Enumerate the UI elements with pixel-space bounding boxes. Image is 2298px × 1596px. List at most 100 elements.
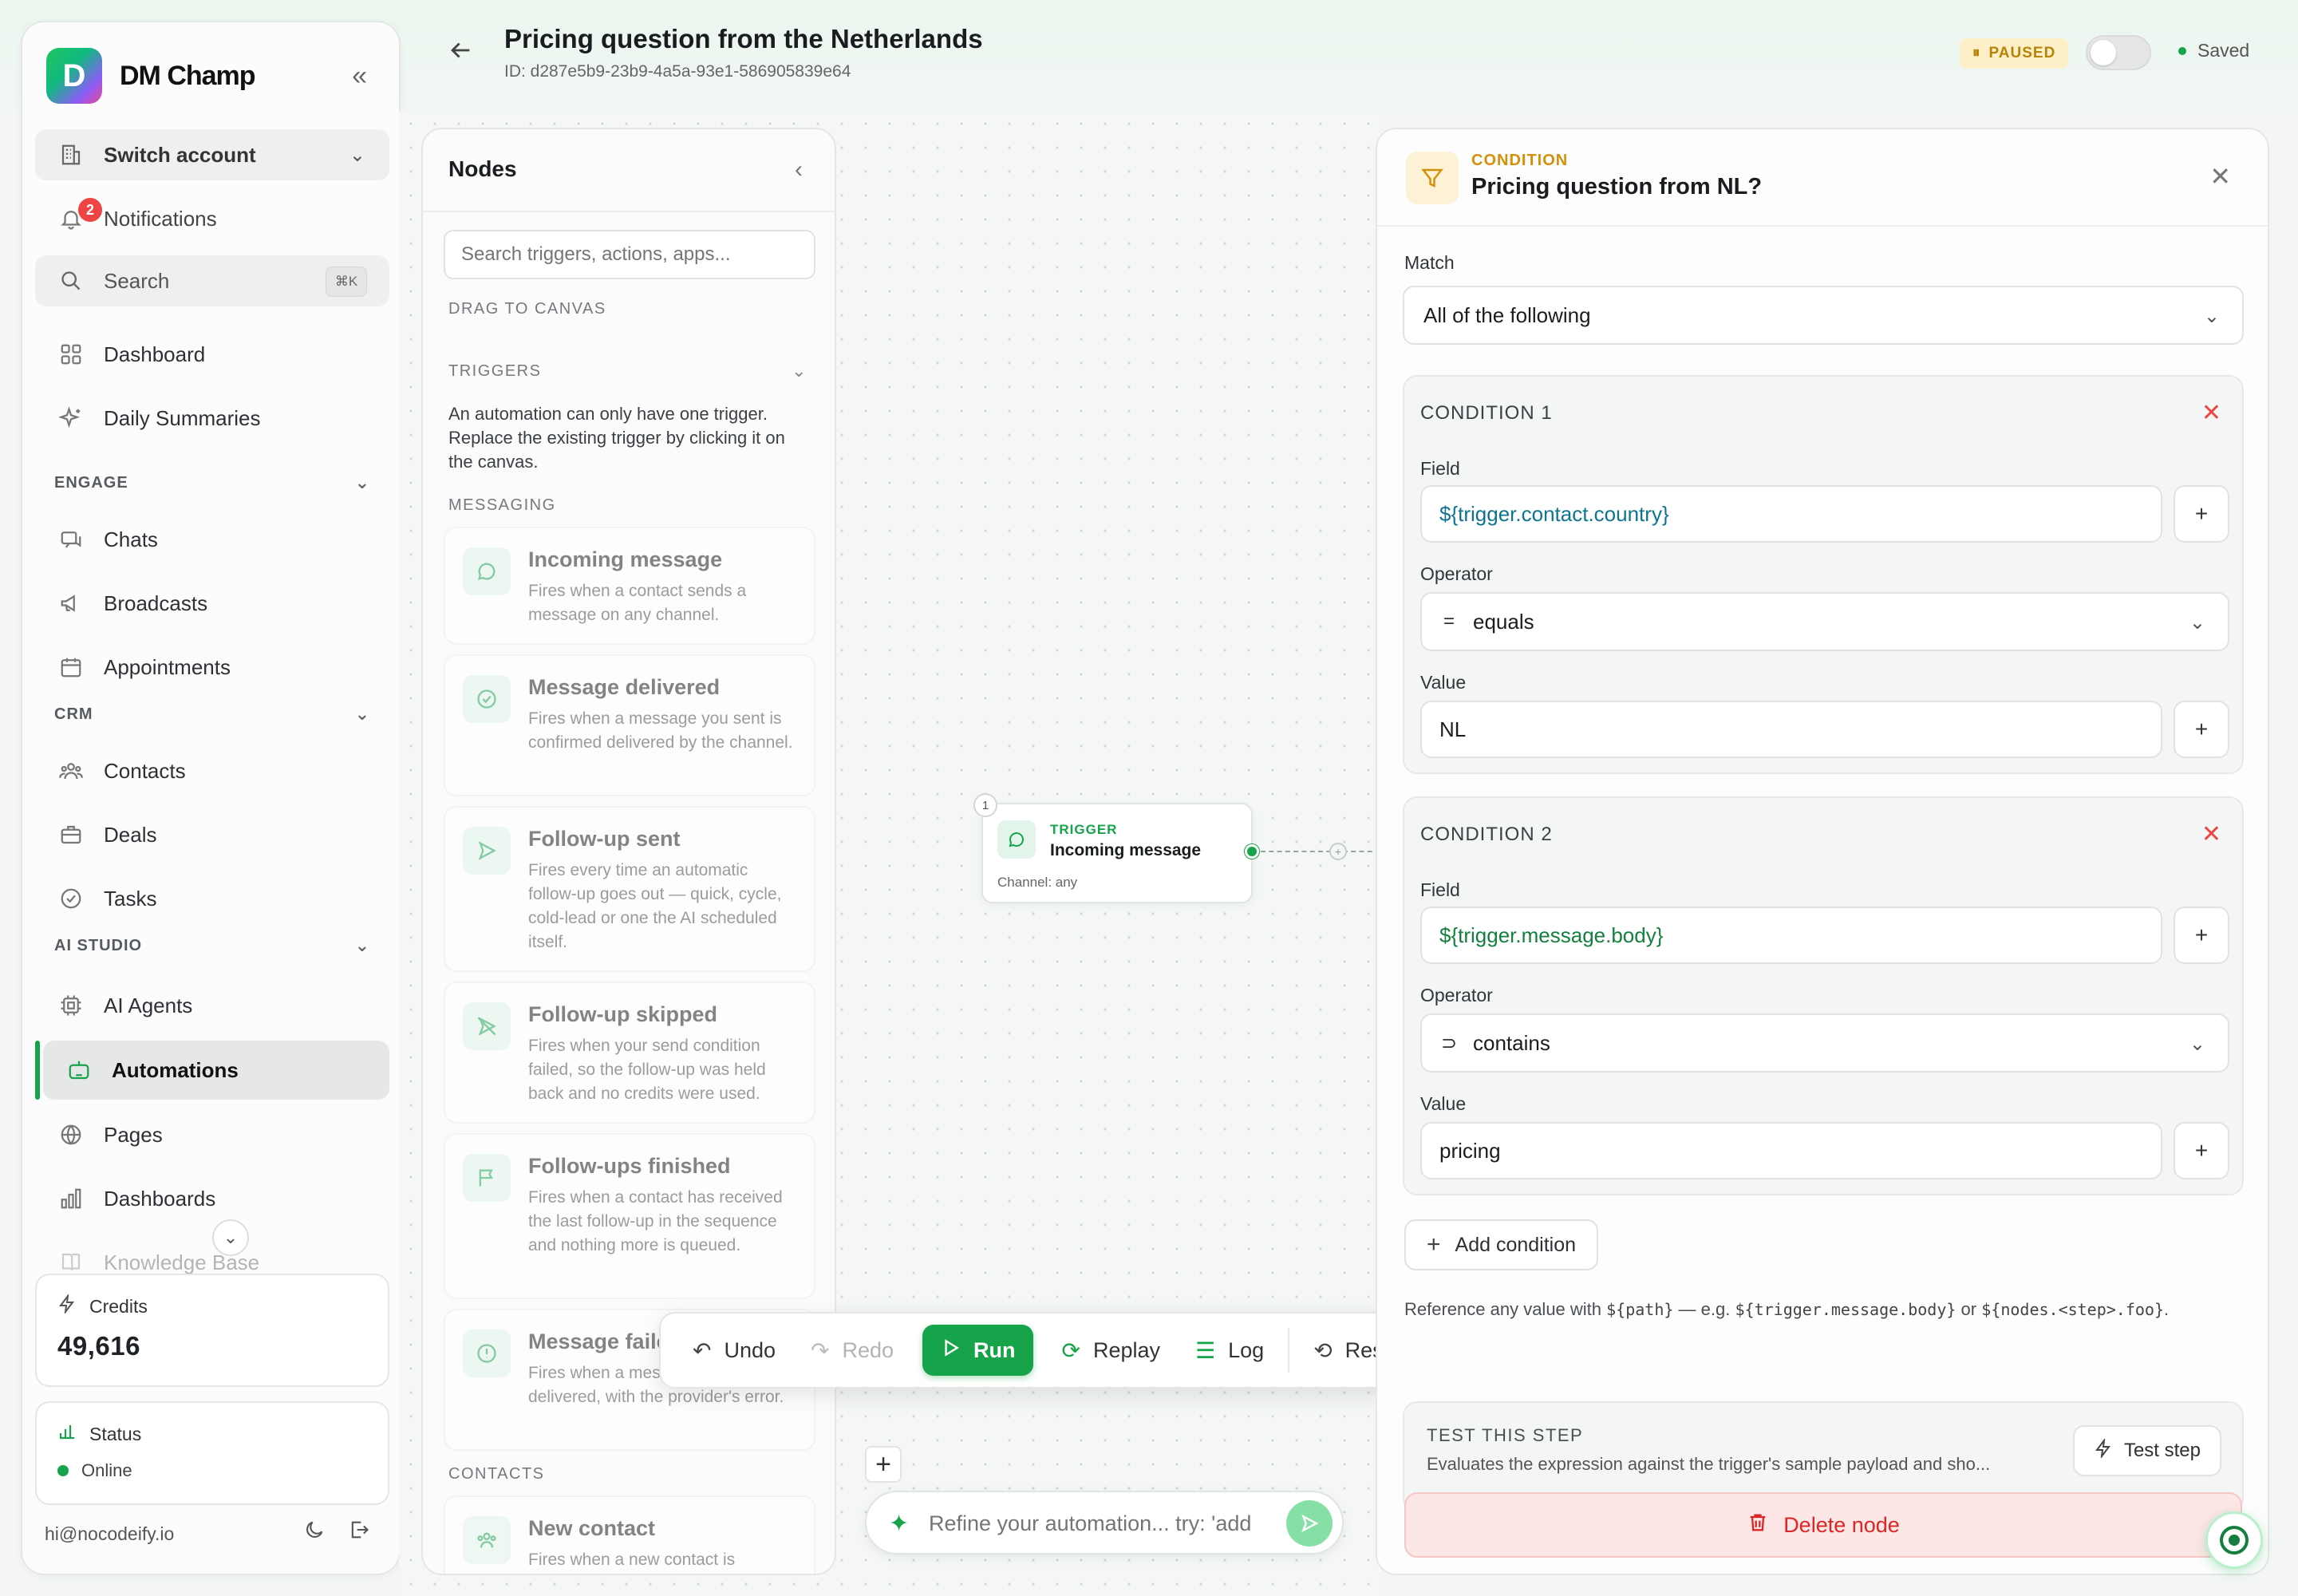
plus-icon: + [1427, 1231, 1441, 1258]
test-step-button[interactable]: Test step [2072, 1425, 2221, 1476]
sidebar-item-chats[interactable]: Chats [35, 514, 389, 565]
node-title: Pricing question from NL? [1471, 174, 1763, 200]
filter-icon [1406, 152, 1459, 204]
sidebar-item-dashboard[interactable]: Dashboard [35, 329, 389, 380]
add-condition-button[interactable]: + Add condition [1404, 1219, 1599, 1270]
add-step-icon[interactable]: + [1329, 843, 1347, 860]
insert-variable-button[interactable]: + [2174, 485, 2229, 543]
active-indicator [35, 1041, 40, 1100]
section-ai-studio[interactable]: AI STUDIO ⌄ [54, 934, 389, 958]
target-icon [2220, 1526, 2249, 1555]
sidebar-item-contacts[interactable]: Contacts [35, 745, 389, 796]
alert-icon [463, 1329, 511, 1377]
section-title: ENGAGE [54, 473, 128, 492]
close-icon[interactable]: ✕ [2209, 161, 2231, 192]
replay-button[interactable]: ⟳ Replay [1044, 1325, 1179, 1376]
node-card-new-contact[interactable]: New contact Fires when a new contact is [444, 1495, 815, 1574]
operator-select[interactable]: ⊃ contains ⌄ [1420, 1013, 2229, 1073]
switch-account-button[interactable]: Switch account ⌄ [35, 129, 389, 180]
send-button[interactable] [1286, 1500, 1333, 1547]
notifications-count-badge: 2 [78, 198, 102, 222]
insert-variable-button[interactable]: + [2174, 701, 2229, 758]
sidebar-item-dashboards[interactable]: Dashboards [35, 1173, 389, 1224]
run-label: Run [973, 1337, 1016, 1362]
send-icon [463, 827, 511, 875]
insert-variable-button[interactable]: + [2174, 1122, 2229, 1179]
replay-label: Replay [1092, 1337, 1161, 1362]
remove-condition-icon[interactable]: ✕ [2201, 399, 2221, 427]
test-title: TEST THIS STEP [1427, 1425, 1584, 1445]
back-arrow-icon[interactable] [447, 37, 474, 71]
divider [423, 211, 835, 212]
value-input[interactable]: NL [1420, 701, 2162, 758]
sidebar-item-daily-summaries[interactable]: Daily Summaries [35, 393, 389, 444]
field-input[interactable]: ${trigger.contact.country} [1420, 485, 2162, 543]
section-crm[interactable]: CRM ⌄ [54, 702, 389, 726]
undo-button[interactable]: ↶ Undo [675, 1325, 793, 1376]
log-button[interactable]: ☰ Log [1178, 1325, 1281, 1376]
sidebar-item-appointments[interactable]: Appointments [35, 642, 389, 693]
enable-toggle[interactable] [2086, 35, 2151, 70]
credits-card: Credits 49,616 [35, 1274, 389, 1387]
switch-account-label: Switch account [104, 142, 256, 167]
chevron-down-icon: ⌄ [2203, 306, 2220, 327]
node-type: TRIGGER [1050, 822, 1118, 837]
sidebar-item-tasks[interactable]: Tasks [35, 873, 389, 924]
node-card-follow-ups-finished[interactable]: Follow-ups finished Fires when a contact… [444, 1133, 815, 1299]
play-icon [940, 1337, 961, 1364]
triggers-section[interactable]: TRIGGERS ⌄ [448, 361, 806, 381]
remove-condition-icon[interactable]: ✕ [2201, 820, 2221, 848]
scroll-down-icon[interactable]: ⌄ [212, 1219, 249, 1256]
value-input[interactable]: pricing [1420, 1122, 2162, 1179]
operator-symbol: ⊃ [1441, 1032, 1458, 1054]
logout-icon[interactable] [348, 1519, 370, 1547]
notifications-link[interactable]: 2 Notifications [35, 193, 389, 244]
trash-icon [1747, 1511, 1769, 1539]
section-engage[interactable]: ENGAGE ⌄ [54, 471, 389, 495]
field-input[interactable]: ${trigger.message.body} [1420, 907, 2162, 964]
sidebar-item-label: Appointments [104, 654, 231, 679]
moon-icon[interactable] [303, 1519, 326, 1547]
bar-chart-icon [57, 1185, 85, 1212]
nodes-search-input[interactable] [444, 230, 815, 279]
briefcase-icon [57, 821, 85, 848]
chevron-left-icon[interactable]: ‹ [795, 156, 803, 184]
condition-panel: CONDITION Pricing question from NL? ✕ Ma… [1376, 128, 2269, 1575]
test-step-label: Test step [2123, 1440, 2201, 1461]
collapse-sidebar-icon[interactable]: « [352, 61, 367, 92]
node-card-desc: Fires when a message you sent is confirm… [528, 709, 793, 752]
redo-button[interactable]: ↷ Redo [793, 1325, 911, 1376]
run-button[interactable]: Run [922, 1325, 1033, 1376]
operator-value: equals [1473, 609, 1534, 634]
status-badge-label: PAUSED [1988, 45, 2056, 61]
sparkles-icon: ✦ [889, 1511, 910, 1537]
node-card-follow-up-skipped[interactable]: Follow-up skipped Fires when your send c… [444, 982, 815, 1124]
zoom-in-button[interactable]: + [865, 1446, 902, 1483]
insert-variable-button[interactable]: + [2174, 907, 2229, 964]
assistant-fab[interactable] [2205, 1511, 2263, 1569]
sidebar-item-pages[interactable]: Pages [35, 1109, 389, 1160]
divider [1288, 1328, 1290, 1373]
trigger-node[interactable]: 1 TRIGGER Incoming message Channel: any [973, 793, 1253, 903]
search-button[interactable]: Search ⌘K [35, 255, 389, 306]
ai-refine-input[interactable] [929, 1503, 1277, 1543]
operator-select[interactable]: = equals ⌄ [1420, 592, 2229, 651]
delete-node-button[interactable]: Delete node [1404, 1492, 2242, 1558]
output-port[interactable] [1245, 844, 1259, 859]
node-card-incoming-message[interactable]: Incoming message Fires when a contact se… [444, 527, 815, 645]
undo-icon: ↶ [693, 1337, 712, 1363]
node-card-follow-up-sent[interactable]: Follow-up sent Fires every time an autom… [444, 806, 815, 972]
sidebar-item-automations[interactable]: Automations [43, 1041, 389, 1100]
sidebar-item-ai-agents[interactable]: AI Agents [35, 980, 389, 1031]
skip-icon [463, 1002, 511, 1050]
sidebar-item-broadcasts[interactable]: Broadcasts [35, 578, 389, 629]
sidebar-item-deals[interactable]: Deals [35, 809, 389, 860]
match-select[interactable]: All of the following ⌄ [1403, 286, 2244, 345]
add-condition-label: Add condition [1455, 1233, 1577, 1256]
brand[interactable]: D DM Champ [46, 48, 256, 104]
node-card-message-delivered[interactable]: Message delivered Fires when a message y… [444, 654, 815, 796]
users-icon [57, 757, 85, 784]
field-label: Field [1420, 879, 1460, 900]
connector-line [1261, 851, 1380, 852]
node-card-desc: Fires when your send condition failed, s… [528, 1037, 766, 1103]
